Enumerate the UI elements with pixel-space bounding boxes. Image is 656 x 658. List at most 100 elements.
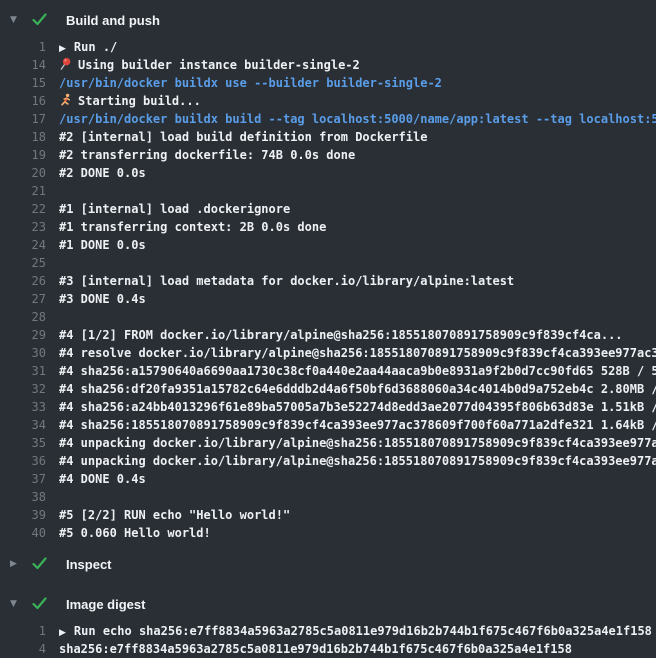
log-section-inspect: ▶ Inspect bbox=[0, 554, 656, 574]
log-line: 33 #4 sha256:a24bb4013296f61e89ba57005a7b… bbox=[0, 398, 656, 416]
section-header-image-digest[interactable]: ▼ Image digest bbox=[0, 594, 656, 614]
line-number[interactable]: 1 bbox=[0, 38, 46, 56]
log-text: Starting build... bbox=[59, 92, 201, 110]
log-section-build-and-push: ▼ Build and push 1 ▶Run ./ 14 Using builder i… bbox=[0, 10, 656, 542]
line-number[interactable]: 19 bbox=[0, 146, 46, 164]
line-number[interactable]: 4 bbox=[0, 640, 46, 658]
line-number[interactable]: 26 bbox=[0, 272, 46, 290]
line-number[interactable]: 14 bbox=[0, 56, 46, 74]
line-number[interactable]: 37 bbox=[0, 470, 46, 488]
log-text: #4 [1/2] FROM docker.io/library/alpine@s… bbox=[59, 326, 623, 344]
section-label: Build and push bbox=[66, 13, 160, 28]
log-line: 25 bbox=[0, 254, 656, 272]
log-line: 36 #4 unpacking docker.io/library/alpine@… bbox=[0, 452, 656, 470]
log-line: 32 #4 sha256:df20fa9351a15782c64e6dddb2d4… bbox=[0, 380, 656, 398]
log-text: #2 DONE 0.0s bbox=[59, 164, 146, 182]
section-label: Inspect bbox=[66, 557, 112, 572]
group-expand-icon[interactable]: ▶ bbox=[59, 628, 66, 638]
command-text: /usr/bin/docker buildx build --tag local… bbox=[59, 110, 656, 128]
chevron-down-icon[interactable]: ▼ bbox=[10, 10, 24, 30]
log-text: #4 resolve docker.io/library/alpine@sha2… bbox=[59, 344, 656, 362]
log-text: ▶Run ./ bbox=[59, 38, 117, 56]
status-success bbox=[32, 595, 53, 614]
line-number[interactable]: 35 bbox=[0, 434, 46, 452]
log-text: #1 [internal] load .dockerignore bbox=[59, 200, 290, 218]
log-text: Using builder instance builder-single-2 bbox=[59, 56, 360, 74]
status-success bbox=[32, 11, 53, 30]
log-text: #5 0.060 Hello world! bbox=[59, 524, 211, 542]
line-number[interactable]: 20 bbox=[0, 164, 46, 182]
log-line: 4sha256:e7ff8834a5963a2785c5a0811e979d16… bbox=[0, 640, 656, 658]
line-number[interactable]: 25 bbox=[0, 254, 46, 272]
log-text: #1 transferring context: 2B 0.0s done bbox=[59, 218, 326, 236]
log-text: #2 [internal] load build definition from… bbox=[59, 128, 427, 146]
line-number[interactable]: 32 bbox=[0, 380, 46, 398]
log-line: 18 #2 [internal] load build definition fr… bbox=[0, 128, 656, 146]
log-text: #4 sha256:a24bb4013296f61e89ba57005a7b3e… bbox=[59, 398, 656, 416]
section-log-lines: 1 ▶Run ./ 14 Using builder instance builder… bbox=[0, 38, 656, 542]
log-line: 38 bbox=[0, 488, 656, 506]
actions-log: ▼Build and push1▶Run ./14Using builder i… bbox=[0, 0, 656, 658]
log-line: 40 #5 0.060 Hello world! bbox=[0, 524, 656, 542]
check-icon bbox=[32, 11, 47, 30]
status-success bbox=[32, 555, 53, 574]
line-number[interactable]: 1 bbox=[0, 622, 46, 640]
log-text: #4 DONE 0.4s bbox=[59, 470, 146, 488]
check-icon bbox=[32, 595, 47, 614]
section-log-lines: 1 ▶Run echo sha256:e7ff8834a5963a2785c5a0… bbox=[0, 622, 656, 658]
check-icon bbox=[32, 555, 47, 574]
log-text: #4 sha256:a15790640a6690aa1730c38cf0a440… bbox=[59, 362, 656, 380]
line-number[interactable]: 36 bbox=[0, 452, 46, 470]
line-number[interactable]: 16 bbox=[0, 92, 46, 110]
log-line: 21 bbox=[0, 182, 656, 200]
log-line: 15/usr/bin/docker buildx use --builder b… bbox=[0, 74, 656, 92]
section-header-build-and-push[interactable]: ▼ Build and push bbox=[0, 10, 656, 30]
log-line: 37 #4 DONE 0.4s bbox=[0, 470, 656, 488]
line-number[interactable]: 17 bbox=[0, 110, 46, 128]
line-number[interactable]: 40 bbox=[0, 524, 46, 542]
log-text: #3 DONE 0.4s bbox=[59, 290, 146, 308]
log-line: 14 Using builder instance builder-single-… bbox=[0, 56, 656, 74]
log-text: #4 sha256:185518070891758909c9f839cf4ca3… bbox=[59, 416, 656, 434]
chevron-right-icon[interactable]: ▶ bbox=[10, 554, 24, 574]
line-number[interactable]: 33 bbox=[0, 398, 46, 416]
group-expand-icon[interactable]: ▶ bbox=[59, 44, 66, 54]
log-line: 26 #3 [internal] load metadata for docker… bbox=[0, 272, 656, 290]
line-number[interactable]: 27 bbox=[0, 290, 46, 308]
line-number[interactable]: 23 bbox=[0, 218, 46, 236]
line-number[interactable]: 30 bbox=[0, 344, 46, 362]
line-number[interactable]: 31 bbox=[0, 362, 46, 380]
section-header-inspect[interactable]: ▶ Inspect bbox=[0, 554, 656, 574]
log-text: #1 DONE 0.0s bbox=[59, 236, 146, 254]
line-number[interactable]: 21 bbox=[0, 182, 46, 200]
section-label: Image digest bbox=[66, 597, 145, 612]
line-number[interactable]: 34 bbox=[0, 416, 46, 434]
log-line: 34 #4 sha256:185518070891758909c9f839cf4c… bbox=[0, 416, 656, 434]
log-text: #4 unpacking docker.io/library/alpine@sh… bbox=[59, 434, 656, 452]
runner-icon bbox=[59, 93, 72, 110]
log-line: 20 #2 DONE 0.0s bbox=[0, 164, 656, 182]
line-number[interactable]: 22 bbox=[0, 200, 46, 218]
log-line: 27 #3 DONE 0.4s bbox=[0, 290, 656, 308]
line-number[interactable]: 38 bbox=[0, 488, 46, 506]
pushpin-icon bbox=[59, 57, 72, 74]
log-text: #2 transferring dockerfile: 74B 0.0s don… bbox=[59, 146, 355, 164]
line-number[interactable]: 39 bbox=[0, 506, 46, 524]
log-line: 30 #4 resolve docker.io/library/alpine@sh… bbox=[0, 344, 656, 362]
log-text: #5 [2/2] RUN echo "Hello world!" bbox=[59, 506, 290, 524]
line-number[interactable]: 29 bbox=[0, 326, 46, 344]
log-text: ▶Run echo sha256:e7ff8834a5963a2785c5a08… bbox=[59, 622, 652, 640]
log-text: #4 sha256:df20fa9351a15782c64e6dddb2d4a6… bbox=[59, 380, 656, 398]
line-number[interactable]: 24 bbox=[0, 236, 46, 254]
log-section-image-digest: ▼ Image digest 1 ▶Run echo sha256:e7ff8834a… bbox=[0, 594, 656, 658]
command-text: /usr/bin/docker buildx use --builder bui… bbox=[59, 74, 442, 92]
line-number[interactable]: 15 bbox=[0, 74, 46, 92]
line-number[interactable]: 28 bbox=[0, 308, 46, 326]
log-line: 19 #2 transferring dockerfile: 74B 0.0s d… bbox=[0, 146, 656, 164]
line-number[interactable]: 18 bbox=[0, 128, 46, 146]
log-text: #4 unpacking docker.io/library/alpine@sh… bbox=[59, 452, 656, 470]
log-line: 29 #4 [1/2] FROM docker.io/library/alpine… bbox=[0, 326, 656, 344]
chevron-down-icon[interactable]: ▼ bbox=[10, 594, 24, 614]
log-line: 28 bbox=[0, 308, 656, 326]
log-text: #3 [internal] load metadata for docker.i… bbox=[59, 272, 514, 290]
